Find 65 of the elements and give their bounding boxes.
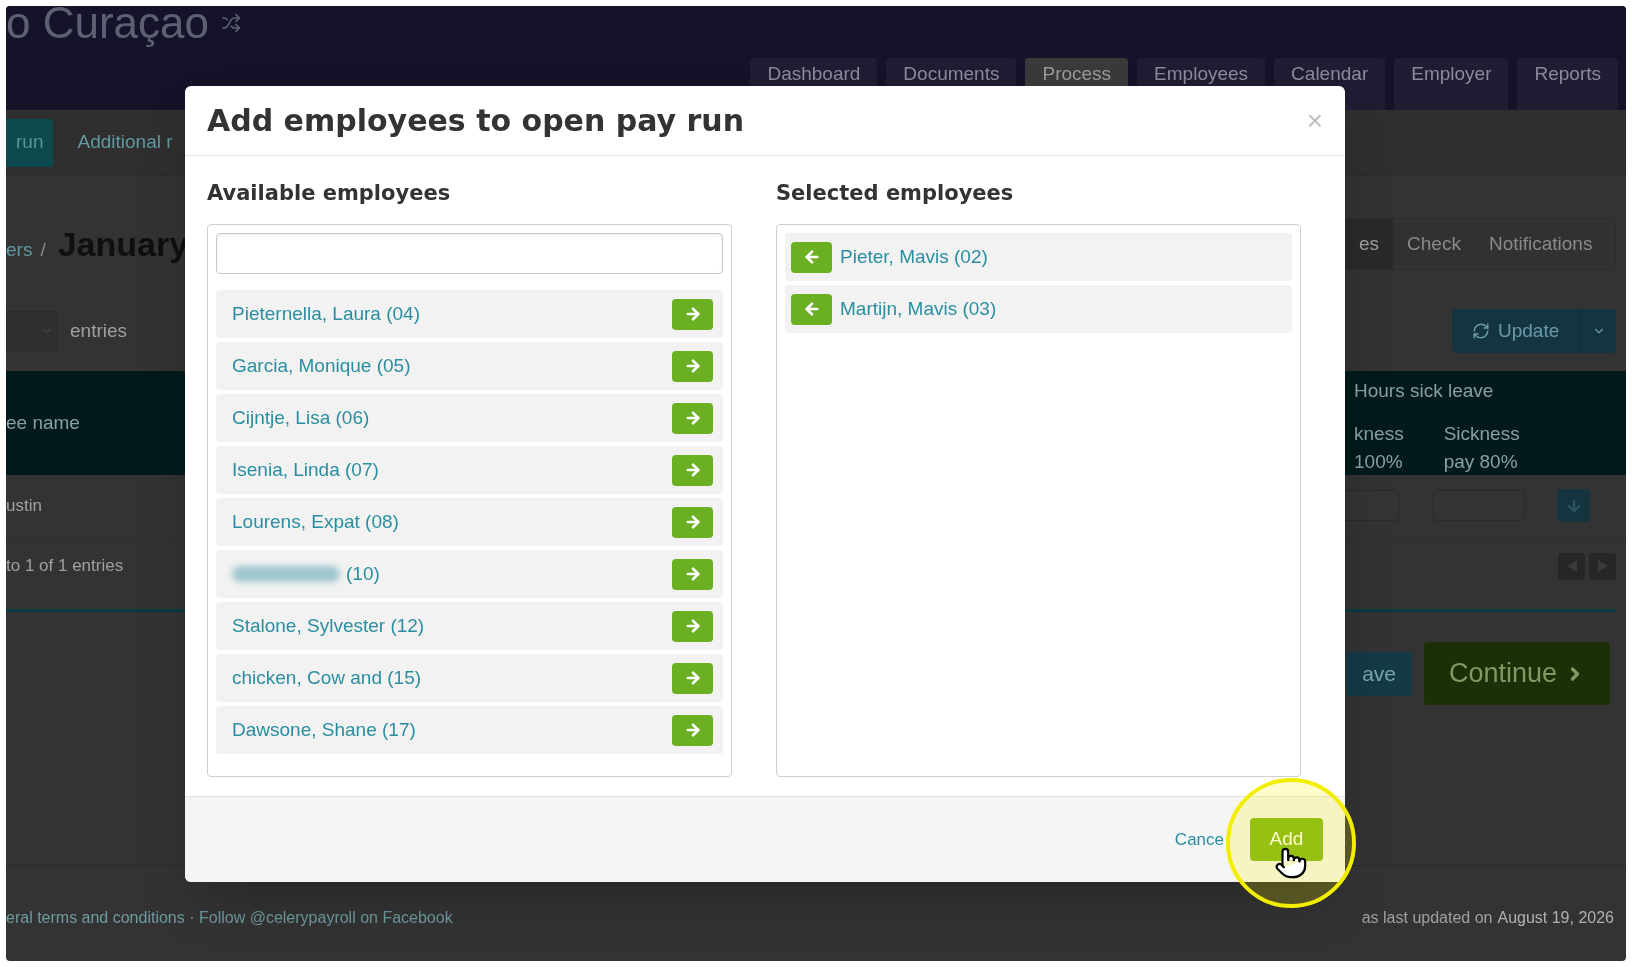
employee-name: Lourens, Expat (08) <box>232 509 399 534</box>
step-tab[interactable]: Notifications <box>1474 219 1607 269</box>
column-heading: Available employees <box>207 180 452 207</box>
modal-title: Add employees to open pay run <box>207 102 745 140</box>
employee-item[interactable]: Pieternella, Laura (04) <box>216 290 723 338</box>
add-employee-button[interactable] <box>672 558 713 590</box>
column-header: kness 100% <box>1354 421 1404 474</box>
column-group-header: Hours sick leave <box>1354 379 1495 403</box>
column-heading: Selected employees <box>776 180 1015 207</box>
remove-employee-button[interactable] <box>791 241 832 273</box>
refresh-icon <box>1472 322 1490 340</box>
download-button[interactable] <box>1557 489 1590 522</box>
add-employee-button[interactable] <box>672 662 713 694</box>
employee-name: Garcia, Monique (05) <box>232 353 411 378</box>
employee-name: Stalone, Sylvester (12) <box>232 613 425 638</box>
employee-name: (10) <box>346 561 380 586</box>
continue-button[interactable]: Continue <box>1424 642 1610 705</box>
employee-item[interactable]: Garcia, Monique (05) <box>216 342 723 390</box>
breadcrumb-link[interactable]: ers <box>6 235 33 264</box>
employee-item[interactable]: Isenia, Linda (07) <box>216 446 723 494</box>
employee-name: Pieternella, Laura (04) <box>232 301 420 326</box>
footer-date: August 19, 2026 <box>1497 907 1614 928</box>
employee-item[interactable]: Martijn, Mavis (03) <box>785 285 1292 333</box>
employee-name: Martijn, Mavis (03) <box>840 296 997 321</box>
step-tab[interactable]: Check <box>1393 219 1475 269</box>
cancel-link[interactable]: Cance <box>1174 826 1224 853</box>
shuffle-icon[interactable] <box>221 13 241 33</box>
column-header: ee name <box>6 410 80 435</box>
run-button[interactable]: run <box>6 118 54 167</box>
nav-tab[interactable]: Reports <box>1517 58 1618 110</box>
employee-name: Cijntje, Lisa (06) <box>232 405 370 430</box>
footer-updated-text: as last updated on <box>1361 907 1493 928</box>
entries-label: entries <box>70 318 128 343</box>
step-tab[interactable]: es <box>1345 219 1394 269</box>
breadcrumb-separator: / <box>40 237 46 262</box>
add-employee-button[interactable] <box>672 506 713 538</box>
remove-employee-button[interactable] <box>791 293 832 325</box>
employee-name: Pieter, Mavis (02) <box>840 244 988 269</box>
update-button[interactable]: Update <box>1452 309 1616 353</box>
employee-name: Dawsone, Shane (17) <box>232 717 416 742</box>
employee-item[interactable]: Stalone, Sylvester (12) <box>216 602 723 650</box>
table-cell-text: ustin <box>6 494 42 517</box>
employee-item[interactable]: Dawsone, Shane (17) <box>216 706 723 754</box>
add-employee-button[interactable] <box>672 454 713 486</box>
table-info: to 1 of 1 entries <box>6 555 124 578</box>
employee-item[interactable]: (10) <box>216 550 723 598</box>
add-employee-button[interactable] <box>672 402 713 434</box>
employee-item[interactable]: Cijntje, Lisa (06) <box>216 394 723 442</box>
employee-item[interactable]: Lourens, Expat (08) <box>216 498 723 546</box>
add-employee-button[interactable] <box>672 714 713 746</box>
add-button[interactable]: Add <box>1250 818 1323 861</box>
add-employee-button[interactable] <box>672 298 713 330</box>
nav-tab[interactable]: Employer <box>1394 58 1509 110</box>
employee-name: chicken, Cow and (15) <box>232 665 422 690</box>
footer-links: eral terms and conditions · Follow @celerypayroll on Facebook <box>6 907 453 928</box>
save-button[interactable]: ave <box>1346 651 1412 696</box>
search-field[interactable] <box>216 233 723 274</box>
additional-link[interactable]: Additional r <box>77 128 173 157</box>
add-employee-button[interactable] <box>672 610 713 642</box>
add-employee-button[interactable] <box>672 350 713 382</box>
employee-item[interactable]: chicken, Cow and (15) <box>216 654 723 702</box>
employee-name: Isenia, Linda (07) <box>232 457 379 482</box>
site-title: o Curaçao <box>6 6 209 45</box>
employee-item[interactable]: Pieter, Mavis (02) <box>785 233 1292 281</box>
column-header: Sickness pay 80% <box>1443 421 1520 474</box>
